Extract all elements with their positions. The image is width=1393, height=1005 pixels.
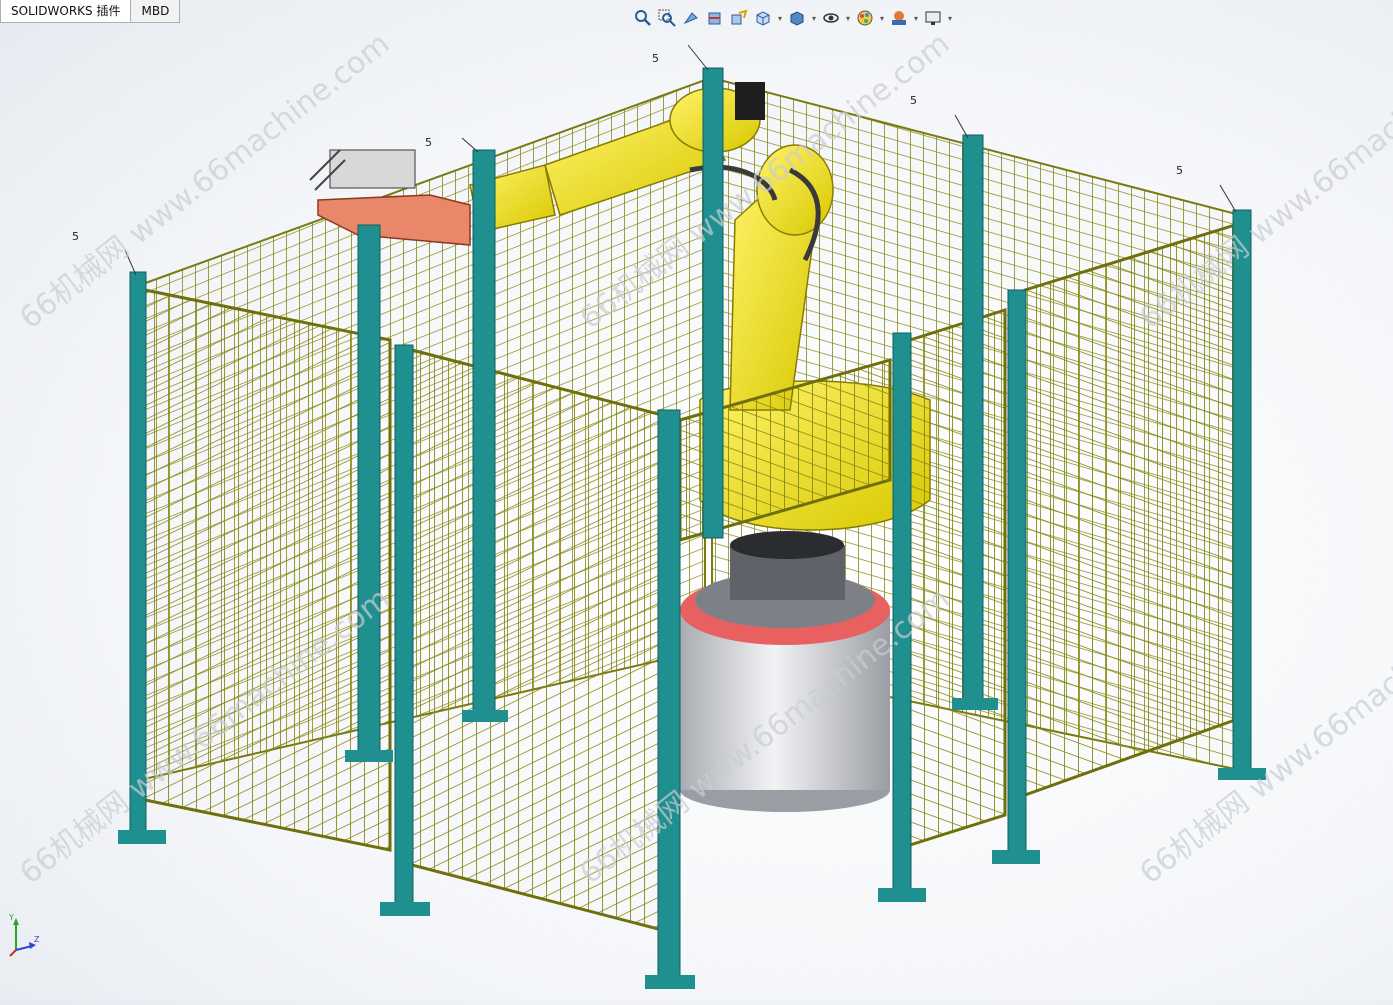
graphics-area[interactable]: 5 5 5 5 5 66机械网 www.66machine.com 66机械网 … <box>0 0 1393 1000</box>
chevron-down-icon: ▾ <box>777 13 782 23</box>
hide-show-items-dropdown[interactable]: ▾ <box>844 7 852 29</box>
watermark-3: 66机械网 www.66machine.com <box>1133 26 1393 336</box>
balloon-4: 5 <box>910 94 917 107</box>
section-view-icon <box>708 12 721 25</box>
apply-scene-button[interactable] <box>888 7 910 29</box>
axis-triad-icon: Y Z <box>8 913 40 957</box>
dynamic-annotation-button[interactable] <box>728 7 750 29</box>
apply-scene-icon <box>892 11 906 25</box>
view-orientation-dropdown[interactable]: ▾ <box>776 7 784 29</box>
chevron-down-icon: ▾ <box>947 13 952 23</box>
balloon-1: 5 <box>72 230 79 243</box>
tab-solidworks-addins[interactable]: SOLIDWORKS 插件 <box>0 0 132 23</box>
chevron-down-icon: ▾ <box>879 13 884 23</box>
zoom-to-area-icon <box>658 9 676 27</box>
apply-scene-dropdown[interactable]: ▾ <box>912 7 920 29</box>
view-settings-dropdown[interactable]: ▾ <box>946 7 954 29</box>
hide-show-items-button[interactable] <box>820 7 842 29</box>
triad-z-label: Z <box>34 935 40 944</box>
view-settings-icon <box>925 11 941 25</box>
chevron-down-icon: ▾ <box>845 13 850 23</box>
heads-up-view-toolbar: ▾ ▾ ▾ ▾ ▾ ▾ <box>632 4 954 32</box>
triad-y-label: Y <box>8 913 14 922</box>
balloon-3: 5 <box>652 52 659 65</box>
view-orientation-button[interactable] <box>752 7 774 29</box>
hide-show-items-icon <box>823 13 839 23</box>
balloon-5: 5 <box>1176 164 1183 177</box>
display-style-button[interactable] <box>786 7 808 29</box>
dynamic-annotation-icon <box>731 9 748 25</box>
chevron-down-icon: ▾ <box>811 13 816 23</box>
section-view-button[interactable] <box>704 7 726 29</box>
zoom-to-fit-button[interactable] <box>632 7 654 29</box>
edit-appearance-button[interactable] <box>854 7 876 29</box>
previous-view-icon <box>683 12 698 25</box>
zoom-to-fit-icon <box>635 10 651 26</box>
command-manager-tabs: SOLIDWORKS 插件 MBD <box>0 0 181 24</box>
view-orientation-icon <box>756 11 770 26</box>
assembly-view: 5 5 5 5 5 66机械网 www.66machine.com 66机械网 … <box>13 26 1393 989</box>
previous-view-button[interactable] <box>680 7 702 29</box>
display-style-dropdown[interactable]: ▾ <box>810 7 818 29</box>
edit-appearance-icon <box>857 10 873 26</box>
chevron-down-icon: ▾ <box>913 13 918 23</box>
edit-appearance-dropdown[interactable]: ▾ <box>878 7 886 29</box>
display-style-icon <box>790 11 804 26</box>
balloon-2: 5 <box>425 136 432 149</box>
zoom-to-area-button[interactable] <box>656 7 678 29</box>
tab-mbd[interactable]: MBD <box>130 0 181 23</box>
reference-triad: Y Z <box>4 912 44 962</box>
view-settings-button[interactable] <box>922 7 944 29</box>
